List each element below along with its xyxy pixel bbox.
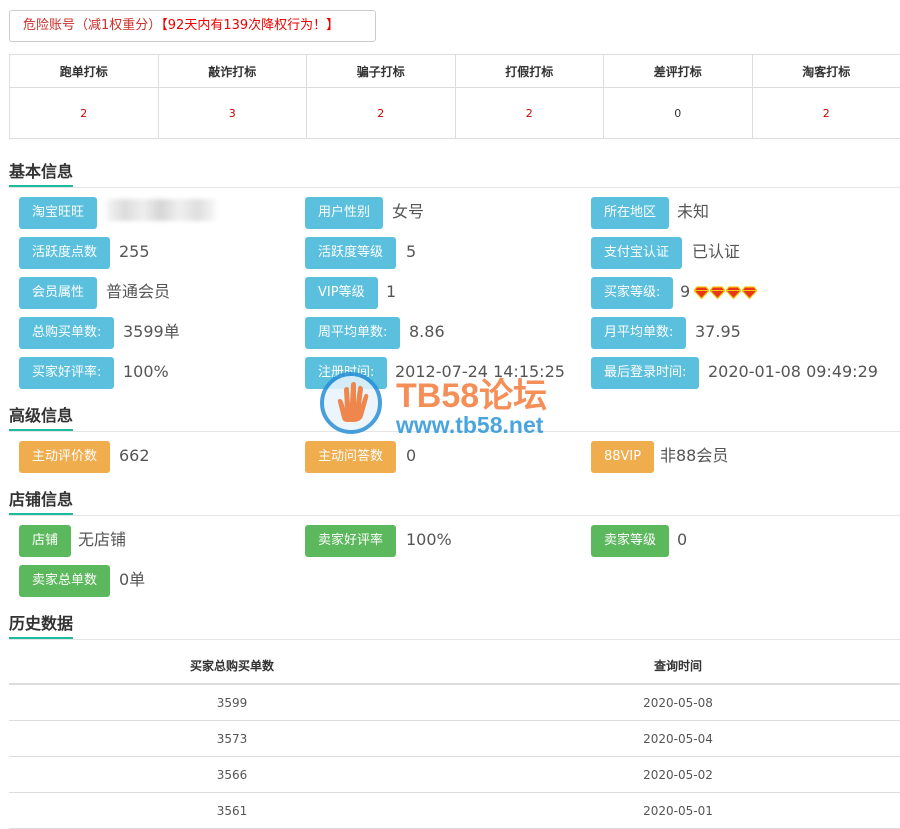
- tag-seller-total-orders[interactable]: 卖家总单数: [19, 565, 110, 597]
- flag-value: 2: [752, 88, 900, 139]
- seller-total-orders-value: 0单: [119, 570, 145, 590]
- tag-weekly-avg[interactable]: 周平均单数:: [305, 317, 400, 349]
- tag-seller-rating[interactable]: 卖家好评率: [305, 525, 396, 557]
- weekly-avg-value: 8.86: [409, 322, 445, 342]
- flag-table: 跑单打标 敲诈打标 骗子打标 打假打标 差评打标 淘客打标 2 3 2 2 0 …: [9, 54, 900, 139]
- flag-value: 2: [10, 88, 159, 139]
- region-value: 未知: [677, 202, 709, 222]
- history-orders-cell: 3573: [9, 721, 455, 757]
- tag-last-login[interactable]: 最后登录时间:: [591, 357, 699, 389]
- tag-activity-level[interactable]: 活跃度等级: [305, 237, 396, 269]
- flag-value: 3: [158, 88, 307, 139]
- table-row: 3599 2020-05-08: [9, 684, 900, 721]
- active-qa-value: 0: [406, 446, 416, 466]
- member-type-value: 普通会员: [106, 282, 170, 302]
- monthly-avg-value: 37.95: [695, 322, 741, 342]
- tag-wangwang[interactable]: 淘宝旺旺: [19, 197, 97, 229]
- diamond-icon: [726, 286, 741, 299]
- alipay-verified-value: 已认证: [692, 242, 740, 262]
- history-orders-cell: 3599: [9, 684, 455, 721]
- flag-header: 骗子打标: [307, 55, 456, 88]
- flag-header: 跑单打标: [10, 55, 159, 88]
- tag-alipay-verified[interactable]: 支付宝认证: [591, 237, 682, 269]
- history-header: 买家总购买单数: [9, 648, 455, 684]
- buyer-level-value: 9: [680, 282, 690, 302]
- section-divider: [9, 515, 900, 516]
- 88vip-value: 非88会员: [660, 446, 728, 466]
- section-title-history: 历史数据: [9, 610, 73, 634]
- risk-alert-detail: 【92天内有139次降权行为！】: [161, 18, 339, 33]
- history-table: 买家总购买单数 查询时间 3599 2020-05-08 3573 2020-0…: [9, 648, 900, 829]
- shop-value: 无店铺: [78, 530, 126, 550]
- risk-alert-box[interactable]: 危险账号（减1权重分）【92天内有139次降权行为！】: [9, 10, 376, 42]
- flag-header: 打假打标: [455, 55, 604, 88]
- wangwang-value-blurred: [106, 199, 216, 221]
- history-header: 查询时间: [455, 648, 900, 684]
- section-divider: [9, 639, 900, 640]
- tag-total-orders[interactable]: 总购买单数:: [19, 317, 114, 349]
- seller-rating-value: 100%: [406, 530, 452, 550]
- vip-level-value: 1: [386, 282, 396, 302]
- register-time-value: 2012-07-24 14:15:25: [395, 362, 565, 382]
- tag-88vip[interactable]: 88VIP: [591, 441, 654, 473]
- tag-shop[interactable]: 店铺: [19, 525, 71, 557]
- tag-activity-points[interactable]: 活跃度点数: [19, 237, 110, 269]
- flag-header: 淘客打标: [752, 55, 900, 88]
- buyer-level-diamonds: [694, 286, 757, 299]
- activity-points-value: 255: [119, 242, 150, 262]
- last-login-value: 2020-01-08 09:49:29: [708, 362, 878, 382]
- tag-monthly-avg[interactable]: 月平均单数:: [591, 317, 686, 349]
- flag-value: 0: [604, 88, 753, 139]
- history-header-row: 买家总购买单数 查询时间: [9, 648, 900, 684]
- diamond-icon: [694, 286, 709, 299]
- tag-member-type[interactable]: 会员属性: [19, 277, 97, 309]
- gender-value: 女号: [392, 202, 424, 222]
- tag-vip-level[interactable]: VIP等级: [305, 277, 378, 309]
- section-divider: [9, 187, 900, 188]
- risk-alert-text: 危险账号（减1权重分）: [23, 18, 161, 33]
- section-title-shop: 店铺信息: [9, 486, 73, 510]
- table-row: 3566 2020-05-02: [9, 757, 900, 793]
- tag-register-time[interactable]: 注册时间:: [305, 357, 387, 389]
- flag-value: 2: [455, 88, 604, 139]
- watermark-url: www.tb58.net: [396, 412, 543, 439]
- section-title-basic: 基本信息: [9, 158, 73, 182]
- flag-value: 2: [307, 88, 456, 139]
- total-orders-value: 3599单: [123, 322, 180, 342]
- diamond-icon: [710, 286, 725, 299]
- activity-level-value: 5: [406, 242, 416, 262]
- history-date-cell: 2020-05-02: [455, 757, 900, 793]
- tag-seller-level[interactable]: 卖家等级: [591, 525, 669, 557]
- section-divider: [9, 431, 900, 432]
- tag-buyer-rating[interactable]: 买家好评率:: [19, 357, 114, 389]
- tag-active-qa[interactable]: 主动问答数: [305, 441, 396, 473]
- section-title-advanced: 高级信息: [9, 402, 73, 426]
- tag-buyer-level[interactable]: 买家等级:: [591, 277, 673, 309]
- flag-value-row: 2 3 2 2 0 2: [10, 88, 900, 139]
- diamond-icon: [742, 286, 757, 299]
- table-row: 3573 2020-05-04: [9, 721, 900, 757]
- active-reviews-value: 662: [119, 446, 150, 466]
- buyer-rating-value: 100%: [123, 362, 169, 382]
- tag-gender[interactable]: 用户性别: [305, 197, 383, 229]
- history-date-cell: 2020-05-04: [455, 721, 900, 757]
- tag-active-reviews[interactable]: 主动评价数: [19, 441, 110, 473]
- flag-header: 敲诈打标: [158, 55, 307, 88]
- flag-header: 差评打标: [604, 55, 753, 88]
- seller-level-value: 0: [677, 530, 687, 550]
- flag-header-row: 跑单打标 敲诈打标 骗子打标 打假打标 差评打标 淘客打标: [10, 55, 900, 88]
- history-orders-cell: 3566: [9, 757, 455, 793]
- tag-region[interactable]: 所在地区: [591, 197, 669, 229]
- history-date-cell: 2020-05-08: [455, 684, 900, 721]
